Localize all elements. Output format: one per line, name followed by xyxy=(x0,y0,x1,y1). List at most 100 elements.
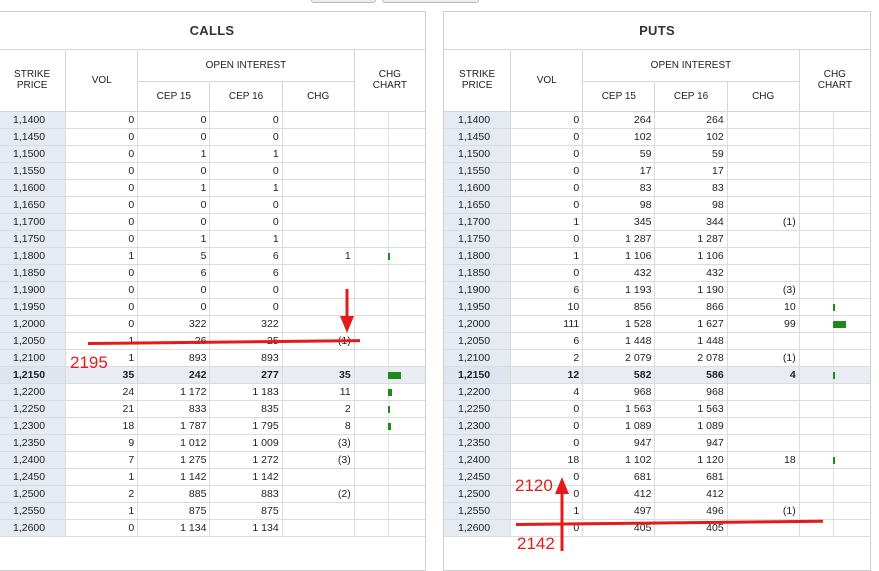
table-row: 1,2400 7 1 275 1 272 (3) xyxy=(0,451,425,469)
table-row: 1,2450 1 1 142 1 142 xyxy=(0,468,425,486)
chart-axis xyxy=(387,519,389,536)
chg-cell: (3) xyxy=(282,451,355,469)
strike-cell[interactable]: 1,1650 xyxy=(0,196,67,214)
oi-m1-cell: 0 xyxy=(137,281,211,299)
strike-cell[interactable]: 1,1500 xyxy=(0,145,67,163)
oi-m1-cell: 83 xyxy=(582,179,656,197)
strike-cell[interactable]: 1,2300 xyxy=(444,417,512,435)
vol-cell: 0 xyxy=(65,298,139,316)
strike-cell[interactable]: 1,1400 xyxy=(0,111,67,129)
chg-chart-cell xyxy=(354,162,425,180)
strike-cell[interactable]: 1,2400 xyxy=(0,451,67,469)
chg-cell xyxy=(727,434,800,452)
oi-m1-cell: 1 106 xyxy=(582,247,656,265)
oi-m2-cell: 1 183 xyxy=(209,383,283,401)
strike-cell[interactable]: 1,1800 xyxy=(444,247,512,265)
table-row: 1,1550 0 0 0 xyxy=(0,162,425,180)
col-m1-header[interactable]: CEP 15 xyxy=(582,81,656,112)
col-m1-header[interactable]: CEP 15 xyxy=(137,81,211,112)
strike-cell[interactable]: 1,1900 xyxy=(0,281,67,299)
strike-cell[interactable]: 1,1950 xyxy=(0,298,67,316)
strike-cell[interactable]: 1,1600 xyxy=(0,179,67,197)
top-button-right[interactable] xyxy=(382,0,479,3)
strike-cell[interactable]: 1,2000 xyxy=(444,315,512,333)
strike-cell[interactable]: 1,1950 xyxy=(444,298,512,316)
strike-cell[interactable]: 1,2400 xyxy=(444,451,512,469)
col-chg-header[interactable]: CHG xyxy=(727,81,800,112)
strike-cell[interactable]: 1,1800 xyxy=(0,247,67,265)
table-row: 1,1500 0 1 1 xyxy=(0,145,425,163)
strike-cell[interactable]: 1,1850 xyxy=(0,264,67,282)
strike-cell[interactable]: 1,2500 xyxy=(444,485,512,503)
strike-cell[interactable]: 1,2100 xyxy=(444,349,512,367)
strike-cell[interactable]: 1,1750 xyxy=(444,230,512,248)
strike-cell[interactable]: 1,2450 xyxy=(444,468,512,486)
chg-cell: 11 xyxy=(282,383,355,401)
table-row: 1,2150 12 582 586 4 xyxy=(444,366,870,384)
strike-cell[interactable]: 1,2200 xyxy=(444,383,512,401)
strike-cell[interactable]: 1,1500 xyxy=(444,145,512,163)
strike-cell[interactable]: 1,1700 xyxy=(444,213,512,231)
strike-cell[interactable]: 1,1450 xyxy=(444,128,512,146)
chg-cell xyxy=(727,485,800,503)
oi-m2-cell: 1 272 xyxy=(209,451,283,469)
chart-axis xyxy=(832,468,834,485)
chg-chart-bar xyxy=(387,405,390,413)
chg-chart-cell xyxy=(354,502,425,520)
strike-cell[interactable]: 1,2100 xyxy=(0,349,67,367)
strike-cell[interactable]: 1,1750 xyxy=(0,230,67,248)
strike-cell[interactable]: 1,2150 xyxy=(0,366,67,384)
table-row: 1,2300 18 1 787 1 795 8 xyxy=(0,417,425,435)
strike-cell[interactable]: 1,2250 xyxy=(444,400,512,418)
strike-cell[interactable]: 1,1400 xyxy=(444,111,512,129)
chg-cell: 8 xyxy=(282,417,355,435)
oi-m2-cell: 1 134 xyxy=(209,519,283,537)
col-vol-header[interactable]: VOL xyxy=(65,50,139,112)
strike-cell[interactable]: 1,2250 xyxy=(0,400,67,418)
oi-m2-cell: 0 xyxy=(209,162,283,180)
strike-cell[interactable]: 1,1550 xyxy=(444,162,512,180)
strike-cell[interactable]: 1,2500 xyxy=(0,485,67,503)
strike-cell[interactable]: 1,2550 xyxy=(0,502,67,520)
top-button-left[interactable] xyxy=(311,0,376,3)
strike-cell[interactable]: 1,2300 xyxy=(0,417,67,435)
strike-cell[interactable]: 1,1650 xyxy=(444,196,512,214)
vol-cell: 2 xyxy=(65,485,139,503)
chg-cell xyxy=(282,298,355,316)
strike-cell[interactable]: 1,1900 xyxy=(444,281,512,299)
strike-cell[interactable]: 1,2550 xyxy=(444,502,512,520)
chg-cell: (3) xyxy=(282,434,355,452)
col-m2-header[interactable]: CEP 16 xyxy=(654,81,728,112)
oi-m1-cell: 0 xyxy=(137,111,211,129)
col-open-interest-header: OPEN INTEREST xyxy=(137,50,355,82)
strike-cell[interactable]: 1,2150 xyxy=(444,366,512,384)
strike-cell[interactable]: 1,1700 xyxy=(0,213,67,231)
strike-cell[interactable]: 1,1450 xyxy=(0,128,67,146)
strike-cell[interactable]: 1,1850 xyxy=(444,264,512,282)
table-row: 1,2500 0 412 412 xyxy=(444,485,870,503)
chart-axis xyxy=(387,162,389,179)
strike-cell[interactable]: 1,1600 xyxy=(444,179,512,197)
strike-cell[interactable]: 1,2050 xyxy=(444,332,512,350)
strike-cell[interactable]: 1,2600 xyxy=(444,519,512,537)
strike-cell[interactable]: 1,1550 xyxy=(0,162,67,180)
col-strike-header[interactable]: STRIKE PRICE xyxy=(0,50,67,112)
calls-table-body: 1,1400 0 0 0 1,1450 0 0 0 1,1500 0 1 1 1,1550 0 0 0 1,16… xyxy=(0,111,425,537)
col-chg-header[interactable]: CHG xyxy=(282,81,355,112)
col-vol-header[interactable]: VOL xyxy=(510,50,584,112)
strike-cell[interactable]: 1,2200 xyxy=(0,383,67,401)
strike-cell[interactable]: 1,2350 xyxy=(444,434,512,452)
strike-cell[interactable]: 1,2000 xyxy=(0,315,67,333)
oi-m2-cell: 0 xyxy=(209,128,283,146)
oi-m1-cell: 6 xyxy=(137,264,211,282)
chart-axis xyxy=(387,349,389,366)
col-m2-header[interactable]: CEP 16 xyxy=(209,81,283,112)
oi-m2-cell: 6 xyxy=(209,264,283,282)
oi-m2-cell: 1 190 xyxy=(654,281,728,299)
col-strike-header[interactable]: STRIKE PRICE xyxy=(444,50,512,112)
strike-cell[interactable]: 1,2350 xyxy=(0,434,67,452)
strike-cell[interactable]: 1,2050 xyxy=(0,332,67,350)
table-row: 1,2000 0 322 322 xyxy=(0,315,425,333)
strike-cell[interactable]: 1,2600 xyxy=(0,519,67,537)
strike-cell[interactable]: 1,2450 xyxy=(0,468,67,486)
